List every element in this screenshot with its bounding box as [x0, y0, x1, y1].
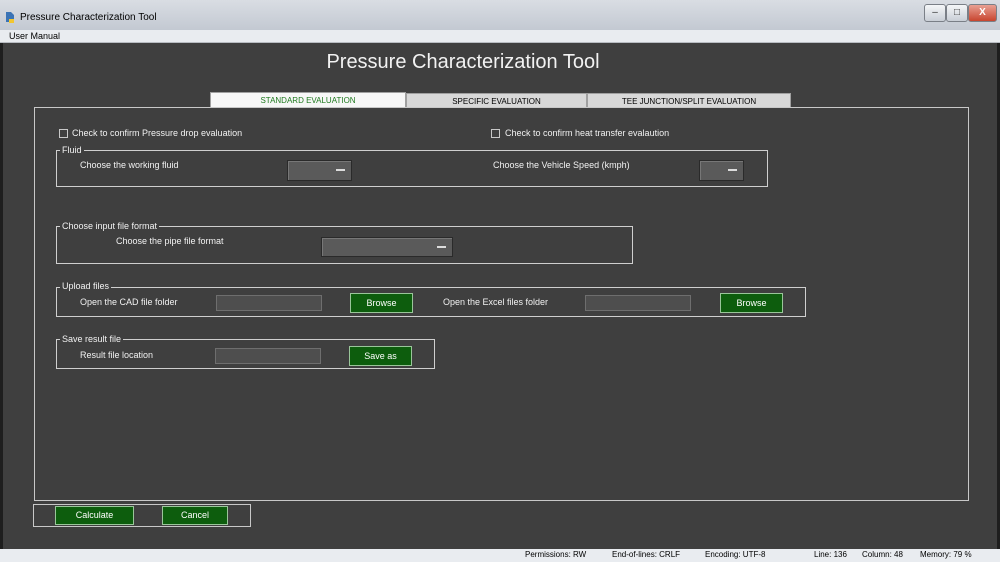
menu-bar [0, 30, 1000, 43]
status-memory: Memory: 79 % [920, 550, 972, 559]
fluid-group-title: Fluid [60, 145, 84, 155]
vehicle-speed-label: Choose the Vehicle Speed (kmph) [493, 160, 630, 170]
status-column: Column: 48 [862, 550, 903, 559]
excel-folder-label: Open the Excel files folder [443, 297, 549, 307]
pressure-drop-label: Check to confirm Pressure drop evaluatio… [72, 128, 243, 138]
result-location-field[interactable] [215, 348, 321, 364]
tab-tee-junction-evaluation[interactable]: TEE JUNCTION/SPLIT EVALUATION [587, 93, 791, 108]
save-as-button[interactable]: Save as [349, 346, 412, 366]
status-end-of-lines: End-of-lines: CRLF [612, 550, 681, 559]
heat-transfer-label: Check to confirm heat transfer evalautio… [505, 128, 670, 138]
vehicle-speed-dropdown[interactable] [699, 160, 744, 181]
minimize-button[interactable]: – [924, 4, 946, 22]
pressure-drop-checkbox[interactable] [59, 129, 68, 138]
excel-folder-field[interactable] [585, 295, 691, 311]
maximize-button[interactable]: □ [946, 4, 968, 22]
upload-files-group-title: Upload files [60, 281, 112, 291]
working-fluid-dropdown[interactable] [287, 160, 352, 181]
pipe-format-dropdown[interactable] [321, 237, 453, 257]
save-result-group-title: Save result file [60, 334, 124, 344]
cad-folder-field[interactable] [216, 295, 322, 311]
result-location-label: Result file location [80, 350, 154, 360]
status-permissions: Permissions: RW [525, 550, 587, 559]
close-button[interactable]: X [968, 4, 997, 22]
status-encoding: Encoding: UTF-8 [705, 550, 766, 559]
cad-browse-button[interactable]: Browse [350, 293, 413, 313]
pipe-format-label: Choose the pipe file format [116, 236, 224, 246]
page-title: Pressure Characterization Tool [326, 51, 600, 73]
excel-browse-button[interactable]: Browse [720, 293, 783, 313]
status-bar [0, 549, 1000, 562]
status-line: Line: 136 [814, 550, 847, 559]
tab-standard-evaluation[interactable]: STANDARD EVALUATION [210, 92, 406, 108]
working-fluid-label: Choose the working fluid [80, 160, 179, 170]
tab-specific-evaluation[interactable]: SPECIFIC EVALUATION [406, 93, 587, 108]
calculate-button[interactable]: Calculate [55, 506, 134, 525]
heat-transfer-checkbox[interactable] [491, 129, 500, 138]
input-format-group-title: Choose input file format [60, 221, 160, 231]
cancel-button[interactable]: Cancel [162, 506, 228, 525]
python-icon [6, 12, 14, 23]
menu-item-user-manual[interactable]: User Manual [9, 30, 60, 42]
window-title: Pressure Characterization Tool [20, 12, 157, 23]
cad-folder-label: Open the CAD file folder [80, 297, 178, 307]
